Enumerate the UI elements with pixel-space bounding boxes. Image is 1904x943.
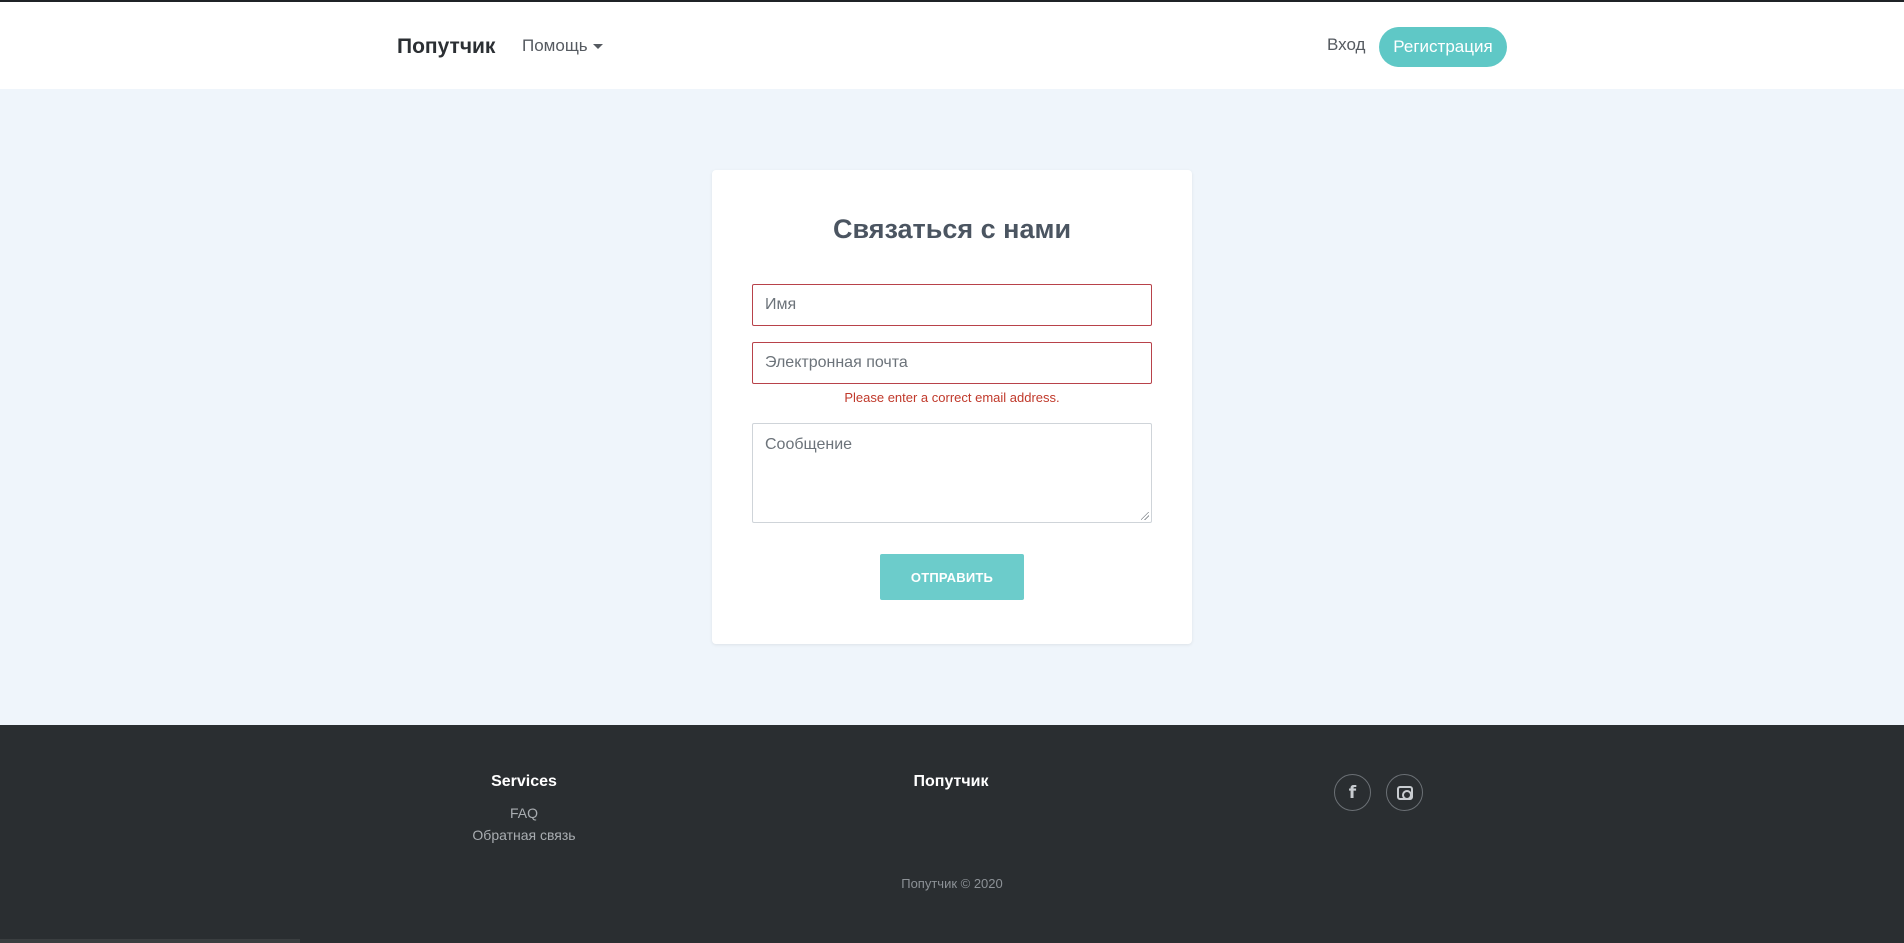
help-label: Помощь bbox=[522, 36, 588, 55]
message-textarea[interactable]: Сообщение bbox=[752, 423, 1152, 523]
header: Попутчик Помощь Вход Регистрация bbox=[0, 2, 1904, 89]
instagram-button[interactable] bbox=[1386, 774, 1423, 811]
name-placeholder: Имя bbox=[765, 296, 797, 313]
email-input[interactable]: Электронная почта bbox=[752, 342, 1152, 384]
page-title: Связаться с нами bbox=[832, 214, 1072, 244]
facebook-button[interactable]: f bbox=[1334, 774, 1371, 811]
submit-button[interactable]: ОТПРАВИТЬ bbox=[880, 554, 1024, 600]
bottom-bar bbox=[0, 939, 300, 943]
email-placeholder: Электронная почта bbox=[765, 354, 908, 371]
footer-link-faq[interactable]: FAQ bbox=[414, 802, 634, 824]
footer-services-column: Services FAQ Обратная связь bbox=[414, 773, 634, 846]
name-input[interactable]: Имя bbox=[752, 284, 1152, 326]
caret-down-icon bbox=[592, 44, 603, 49]
footer-link-feedback[interactable]: Обратная связь bbox=[414, 824, 634, 846]
footer: Services FAQ Обратная связь Попутчик f П… bbox=[0, 725, 1904, 943]
resize-grip-icon[interactable] bbox=[1141, 512, 1149, 520]
footer-brand-heading: Попутчик bbox=[913, 773, 989, 790]
footer-brand-column: Попутчик bbox=[841, 773, 1061, 802]
copyright-text: Попутчик © 2020 bbox=[901, 876, 1003, 891]
brand-logo[interactable]: Попутчик bbox=[397, 35, 495, 59]
facebook-icon: f bbox=[1348, 782, 1357, 803]
footer-services-heading: Services bbox=[491, 773, 557, 790]
help-dropdown[interactable]: Помощь bbox=[522, 36, 603, 56]
message-placeholder: Сообщение bbox=[765, 436, 853, 453]
contact-card: Связаться с нами Имя Электронная почта P… bbox=[712, 170, 1192, 644]
register-button[interactable]: Регистрация bbox=[1379, 27, 1507, 67]
login-link[interactable]: Вход bbox=[1327, 35, 1365, 55]
email-error-message: Please enter a correct email address. bbox=[844, 390, 1060, 405]
instagram-icon bbox=[1396, 785, 1413, 800]
